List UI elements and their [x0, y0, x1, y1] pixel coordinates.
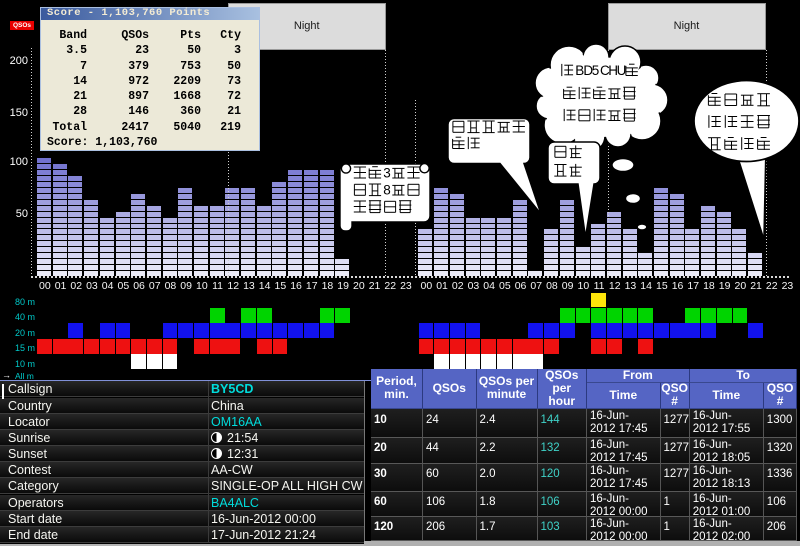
svg-text:8: 8 [383, 183, 391, 198]
svg-text:5: 5 [592, 63, 600, 78]
svg-text:U: U [617, 63, 627, 78]
svg-text:3: 3 [383, 166, 391, 181]
